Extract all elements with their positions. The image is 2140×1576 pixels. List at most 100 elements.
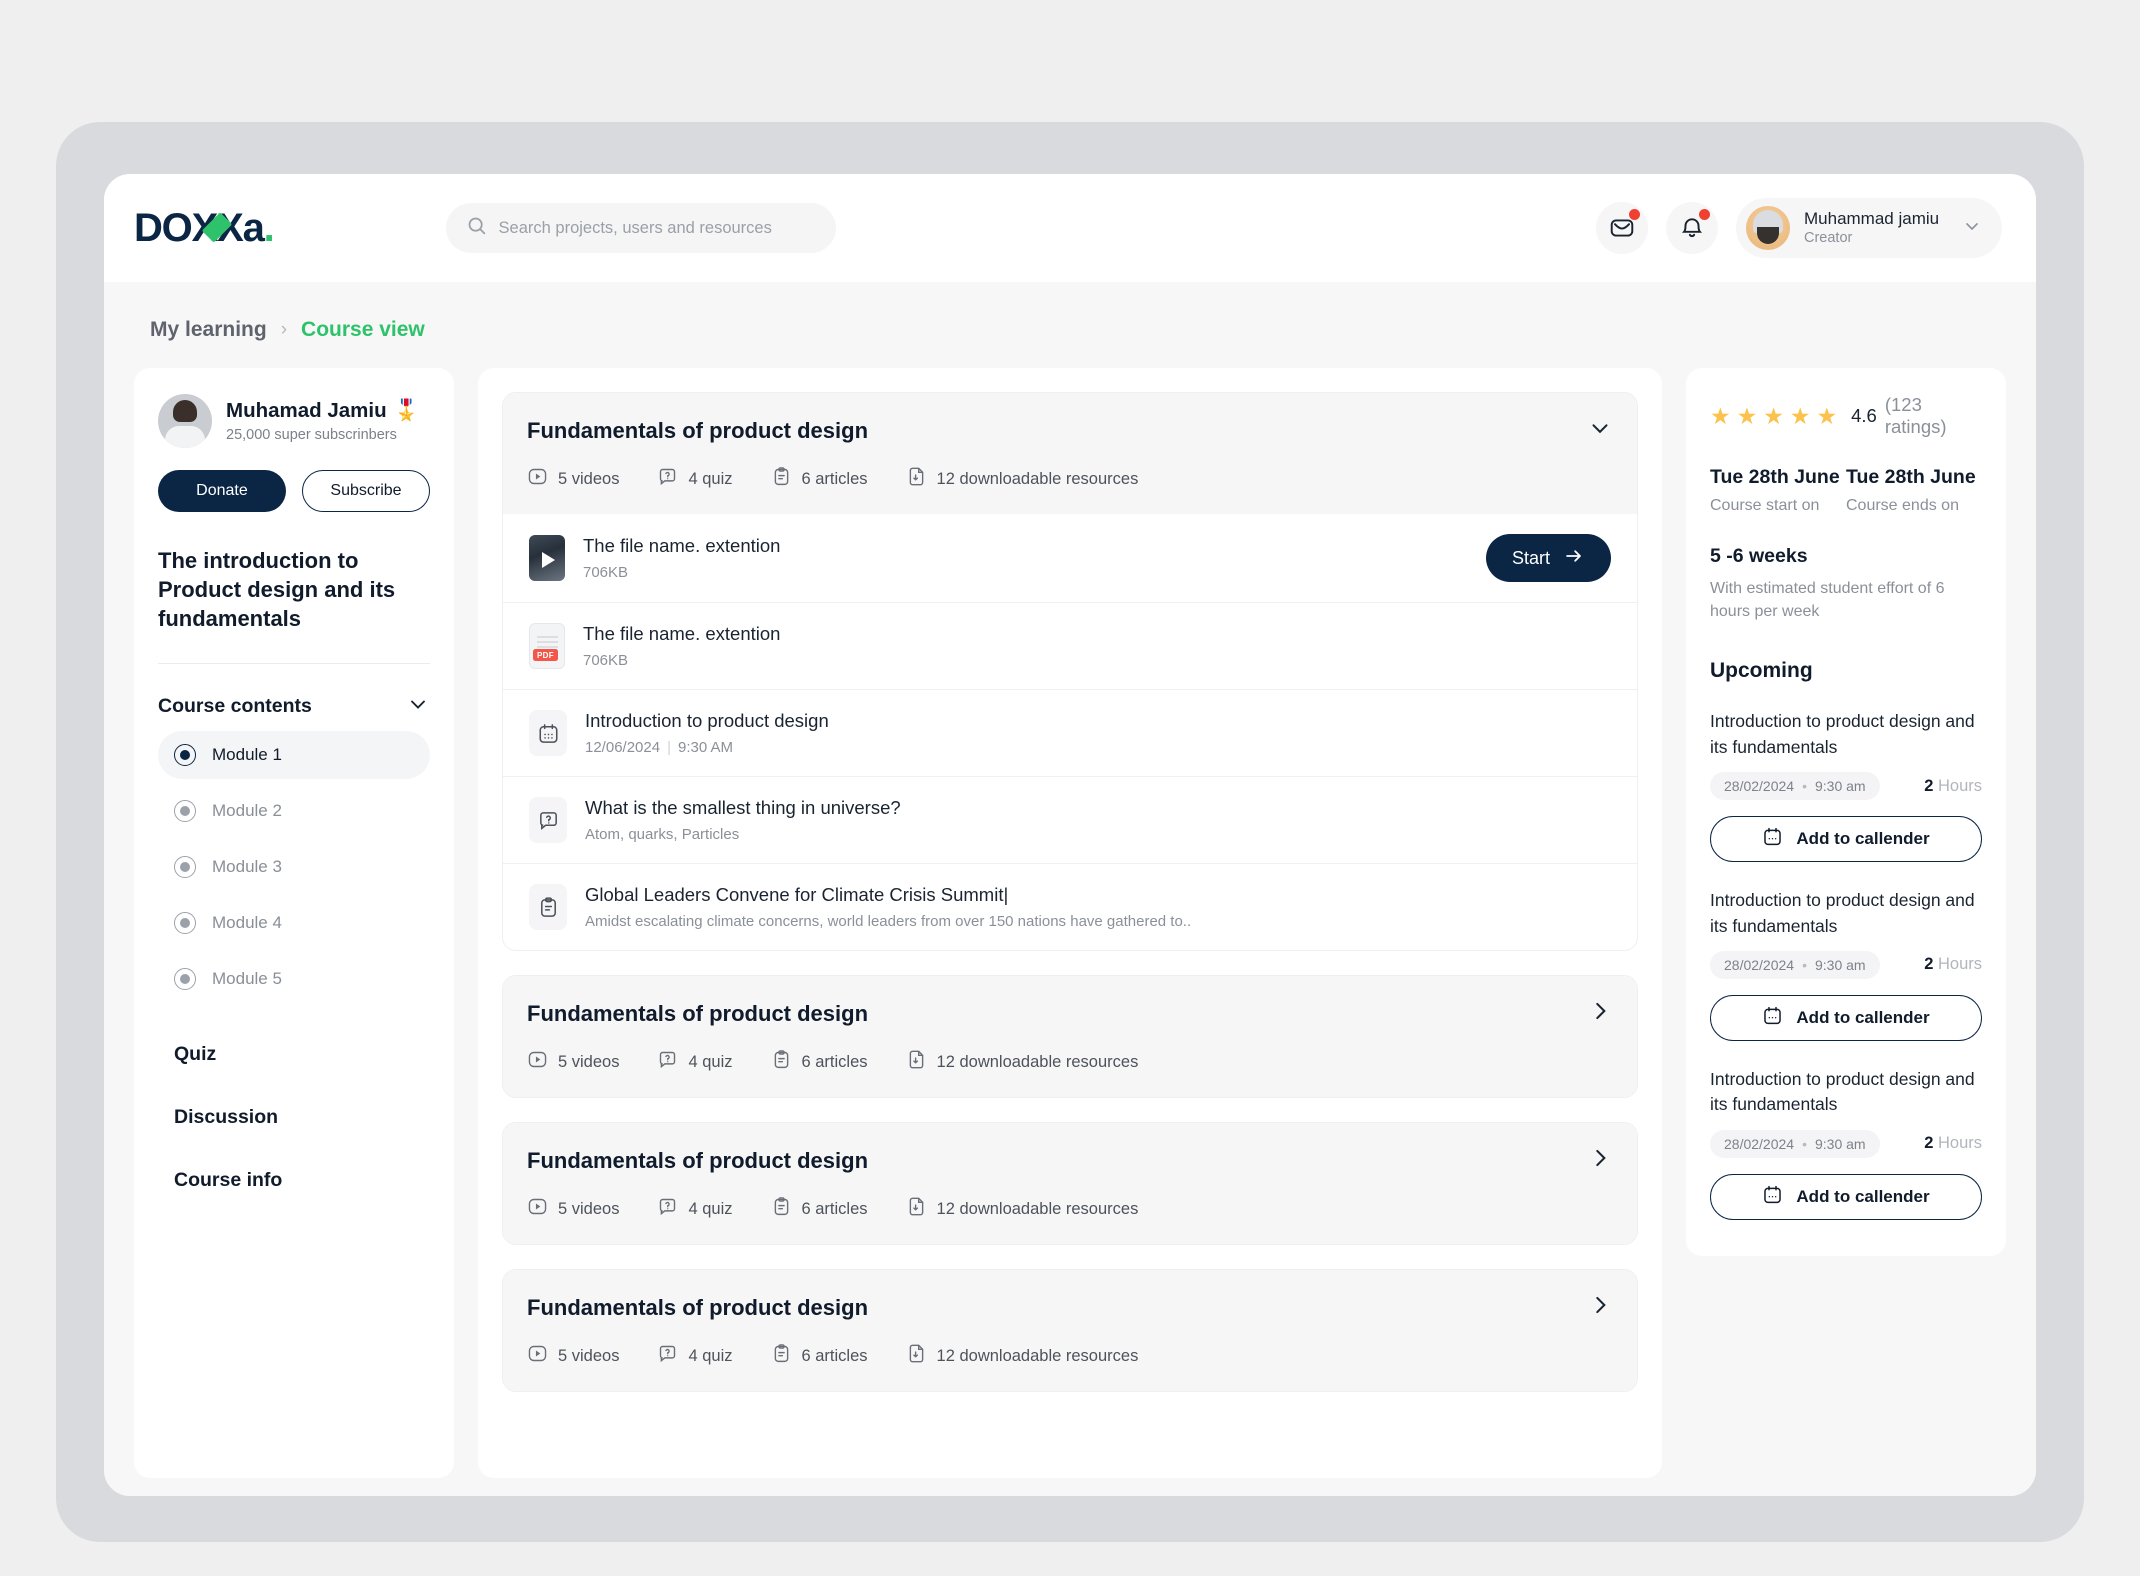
- pdf-file-icon: PDF: [529, 623, 565, 669]
- section-meta-label: 6 articles: [801, 469, 868, 488]
- upcoming-meta: 28/02/2024 • 9:30 am 2 Hours: [1710, 772, 1982, 801]
- calendar-icon: [1762, 1005, 1783, 1031]
- rating-row: ★ ★ ★ ★ ★ 4.6 (123 ratings): [1710, 394, 1982, 438]
- chevron-right-icon[interactable]: [1587, 998, 1613, 1029]
- course-end-label: Course ends on: [1846, 497, 1959, 514]
- chevron-down-icon[interactable]: [406, 692, 430, 721]
- search-input[interactable]: [498, 218, 816, 238]
- upcoming-item: Introduction to product design and its f…: [1710, 709, 1982, 863]
- arrow-right-icon: [1563, 545, 1585, 572]
- sidebar-link-discussion[interactable]: Discussion: [158, 1106, 430, 1129]
- search-icon: [466, 215, 487, 241]
- section-title-row: Fundamentals of product design: [527, 415, 1613, 446]
- notifications-button[interactable]: [1666, 202, 1718, 254]
- sidebar-module-3[interactable]: Module 3: [158, 843, 430, 891]
- course-sections-panel: Fundamentals of product design 5 videos 4 …: [478, 368, 1662, 1478]
- sidebar-module-1[interactable]: Module 1: [158, 731, 430, 780]
- chevron-down-icon[interactable]: [1587, 415, 1613, 446]
- file-download-icon: [906, 1343, 927, 1369]
- lesson-row[interactable]: The file name. extention 706KB Start: [503, 514, 1637, 603]
- star-icon: ★: [1763, 402, 1784, 429]
- chevron-right-icon[interactable]: [1587, 1145, 1613, 1176]
- upcoming-duration-value: 2: [1924, 776, 1934, 795]
- course-contents-header[interactable]: Course contents: [158, 692, 430, 721]
- module-list: Module 1 Module 2 Module 3 Module 4 Module 5: [158, 731, 430, 1003]
- profile-menu[interactable]: Muhammad jamiu Creator: [1736, 198, 2002, 258]
- add-to-calendar-button[interactable]: Add to callender: [1710, 1173, 1982, 1220]
- play-circle-icon: [527, 466, 548, 492]
- section-meta-label: 5 videos: [558, 1346, 620, 1365]
- search-bar[interactable]: [445, 203, 836, 253]
- start-button[interactable]: Start: [1485, 534, 1611, 582]
- upcoming-duration: 2 Hours: [1924, 955, 1982, 974]
- sidebar-link-course-info[interactable]: Course info: [158, 1169, 430, 1192]
- section-title: Fundamentals of product design: [527, 1294, 869, 1320]
- sidebar-module-4[interactable]: Module 4: [158, 899, 430, 947]
- lesson-row[interactable]: Introduction to product design 12/06/2024…: [503, 690, 1637, 777]
- chevron-right-icon[interactable]: [1587, 1292, 1613, 1323]
- upcoming-time: 9:30 am: [1814, 1135, 1866, 1152]
- course-section: Fundamentals of product design 5 videos 4 …: [502, 392, 1638, 951]
- lesson-time: 9:30 AM: [677, 739, 734, 756]
- sidebar-link-quiz[interactable]: Quiz: [158, 1043, 430, 1066]
- course-duration: 5 -6 weeks: [1710, 545, 1808, 567]
- donate-button[interactable]: Donate: [158, 470, 286, 512]
- top-bar: DO XX a .: [104, 174, 2036, 282]
- lesson-date: 12/06/2024: [585, 739, 661, 756]
- creator-block: Muhamad Jamiu 🎖️ 25,000 super subscrinbe…: [158, 394, 430, 448]
- section-header[interactable]: Fundamentals of product design 5 videos 4 …: [503, 976, 1637, 1097]
- article-icon: [529, 884, 567, 930]
- breadcrumb-my-learning[interactable]: My learning: [150, 318, 267, 342]
- breadcrumb-course-view[interactable]: Course view: [301, 318, 425, 342]
- section-header[interactable]: Fundamentals of product design 5 videos 4 …: [503, 1123, 1637, 1244]
- section-header[interactable]: Fundamentals of product design 5 videos 4 …: [503, 393, 1637, 514]
- lesson-subtitle: Amidst escalating climate concerns, worl…: [585, 913, 1192, 930]
- rating-stars: ★ ★ ★ ★ ★: [1710, 402, 1838, 429]
- clipboard-icon: [771, 466, 792, 492]
- upcoming-title: Introduction to product design and its f…: [1710, 711, 1975, 757]
- creator-name: Muhamad Jamiu: [226, 399, 387, 422]
- separator: |: [667, 739, 671, 756]
- section-title-row: Fundamentals of product design: [527, 998, 1613, 1029]
- section-meta-item: 5 videos: [527, 1049, 619, 1075]
- module-label: Module 4: [212, 913, 282, 933]
- lesson-row[interactable]: PDF The file name. extention 706KB: [503, 603, 1637, 690]
- section-meta-item: 12 downloadable resources: [906, 466, 1138, 492]
- course-end: Tue 28th June Course ends on: [1846, 466, 1982, 515]
- mail-button[interactable]: [1596, 202, 1648, 254]
- section-meta-item: 12 downloadable resources: [906, 1343, 1138, 1369]
- upcoming-heading: Upcoming: [1710, 659, 1813, 683]
- upcoming-meta: 28/02/2024 • 9:30 am 2 Hours: [1710, 950, 1982, 979]
- verified-badge-icon: 🎖️: [393, 399, 420, 422]
- section-meta-item: 5 videos: [527, 466, 619, 492]
- lesson-title: Introduction to product design: [585, 710, 829, 731]
- lesson-subtitle: 706KB: [583, 652, 629, 669]
- section-meta-label: 4 quiz: [688, 1199, 733, 1218]
- section-meta-item: 12 downloadable resources: [906, 1049, 1138, 1075]
- section-meta-label: 5 videos: [558, 469, 620, 488]
- upcoming-datetime-pill: 28/02/2024 • 9:30 am: [1710, 1129, 1880, 1158]
- creator-avatar: [158, 394, 212, 448]
- creator-name-row: Muhamad Jamiu 🎖️: [226, 399, 419, 423]
- sections-list: Fundamentals of product design 5 videos 4 …: [502, 392, 1638, 1392]
- add-to-calendar-button[interactable]: Add to callender: [1710, 816, 1982, 863]
- pdf-badge: PDF: [533, 649, 558, 661]
- course-section: Fundamentals of product design 5 videos 4 …: [502, 1269, 1638, 1392]
- lesson-title: The file name. extention: [583, 623, 781, 644]
- star-icon: ★: [1710, 402, 1731, 429]
- lesson-text: Introduction to product design 12/06/2024…: [585, 710, 1611, 756]
- star-icon: ★: [1816, 402, 1838, 429]
- section-header[interactable]: Fundamentals of product design 5 videos 4 …: [503, 1270, 1637, 1391]
- lesson-row[interactable]: Global Leaders Convene for Climate Crisi…: [503, 864, 1637, 950]
- course-end-date: Tue 28th June: [1846, 466, 1976, 488]
- add-to-calendar-button[interactable]: Add to callender: [1710, 994, 1982, 1041]
- chevron-down-icon[interactable]: [1962, 216, 1982, 241]
- lesson-row[interactable]: What is the smallest thing in universe? A…: [503, 777, 1637, 864]
- sidebar-module-2[interactable]: Module 2: [158, 787, 430, 835]
- profile-name: Muhammad jamiu: [1804, 208, 1940, 228]
- app-logo[interactable]: DO XX a .: [134, 206, 275, 251]
- section-title: Fundamentals of product design: [527, 417, 869, 443]
- subscribe-button[interactable]: Subscribe: [301, 470, 430, 512]
- section-meta-item: 12 downloadable resources: [906, 1196, 1138, 1222]
- sidebar-module-5[interactable]: Module 5: [158, 955, 430, 1003]
